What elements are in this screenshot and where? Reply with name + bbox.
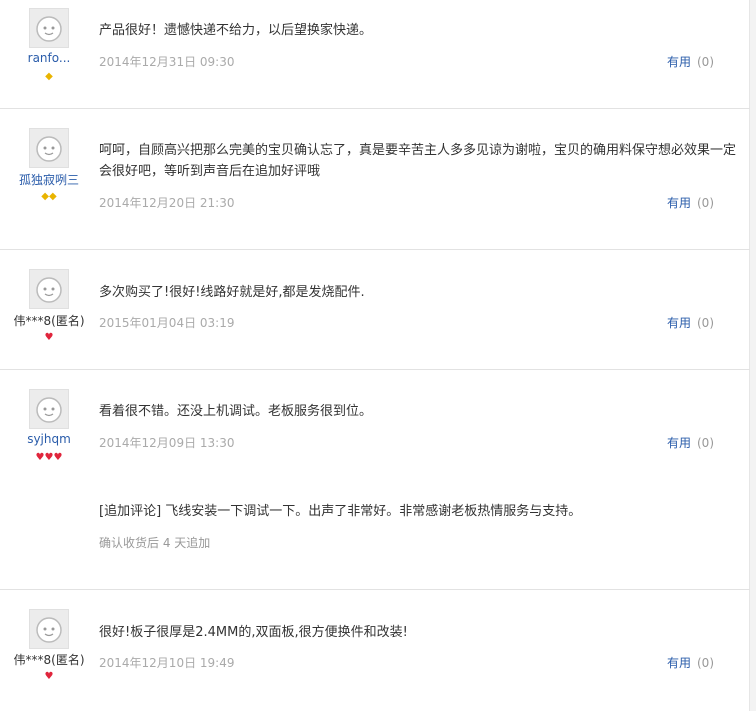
buyer-level-badge: ♥ <box>44 671 54 682</box>
avatar[interactable] <box>29 609 69 649</box>
review-item: 孤独寂咧三 ◆◆ 呵呵，自顾高兴把那么完美的宝贝确认忘了，真是要辛苦主人多多见谅… <box>0 109 750 250</box>
useful-label[interactable]: 有用 <box>667 316 691 330</box>
avatar[interactable] <box>29 389 69 429</box>
reviewer-name[interactable]: ranfo... <box>1 51 97 65</box>
useful-button[interactable]: 有用 (0) <box>667 654 714 671</box>
avatar-face-icon <box>36 136 62 162</box>
avatar-face-icon <box>36 617 62 643</box>
appended-review-note: 确认收货后 4 天追加 <box>99 536 211 550</box>
review-item: ranfo... ◆ 产品很好！遗憾快递不给力，以后望换家快递。 2014年12… <box>0 0 750 109</box>
useful-button[interactable]: 有用 (0) <box>667 434 714 451</box>
review-content: 看着很不错。还没上机调试。老板服务很到位。 <box>99 404 373 419</box>
reviewer-name: 伟***8(匿名) <box>13 314 85 328</box>
review-content: 很好!板子很厚是2.4MM的,双面板,很方便换件和改装! <box>99 625 408 640</box>
review-content: 多次购买了!很好!线路好就是好,都是发烧配件. <box>99 285 365 300</box>
reviewer-name: 伟***8(匿名) <box>13 653 85 667</box>
useful-button[interactable]: 有用 (0) <box>667 194 714 211</box>
useful-label[interactable]: 有用 <box>667 196 691 210</box>
review-item: syjhqm ♥♥♥ 看着很不错。还没上机调试。老板服务很到位。 2014年12… <box>0 370 750 590</box>
useful-count: (0) <box>697 55 714 69</box>
review-date: 2014年12月31日 09:30 <box>99 55 235 69</box>
useful-count: (0) <box>697 196 714 210</box>
useful-count: (0) <box>697 656 714 670</box>
avatar[interactable] <box>29 269 69 309</box>
useful-label[interactable]: 有用 <box>667 55 691 69</box>
useful-label[interactable]: 有用 <box>667 656 691 670</box>
review-content: 呵呵，自顾高兴把那么完美的宝贝确认忘了，真是要辛苦主人多多见谅为谢啦，宝贝的确用… <box>99 143 737 179</box>
review-date: 2014年12月10日 19:49 <box>99 656 235 670</box>
review-item: 伟***8(匿名) ♥ 很好!板子很厚是2.4MM的,双面板,很方便换件和改装!… <box>0 590 750 711</box>
useful-label[interactable]: 有用 <box>667 436 691 450</box>
buyer-level-badge: ♥♥♥ <box>35 452 63 463</box>
avatar[interactable] <box>29 128 69 168</box>
buyer-level-badge: ♥ <box>44 332 54 343</box>
useful-count: (0) <box>697 436 714 450</box>
appended-review-content: [追加评论] 飞线安装一下调试一下。出声了非常好。非常感谢老板热情服务与支持。 <box>99 504 582 519</box>
review-item: 伟***8(匿名) ♥ 多次购买了!很好!线路好就是好,都是发烧配件. 2015… <box>0 250 750 370</box>
buyer-level-badge: ◆◆ <box>41 191 57 202</box>
review-date: 2015年01月04日 03:19 <box>99 316 235 330</box>
useful-count: (0) <box>697 316 714 330</box>
reviewer-name[interactable]: syjhqm <box>1 432 97 446</box>
review-content: 产品很好！遗憾快递不给力，以后望换家快递。 <box>99 23 373 38</box>
avatar[interactable] <box>29 8 69 48</box>
avatar-face-icon <box>36 16 62 42</box>
useful-button[interactable]: 有用 (0) <box>667 53 714 70</box>
scrollbar-track[interactable] <box>749 0 756 711</box>
avatar-face-icon <box>36 397 62 423</box>
review-date: 2014年12月20日 21:30 <box>99 196 235 210</box>
useful-button[interactable]: 有用 (0) <box>667 314 714 331</box>
avatar-face-icon <box>36 277 62 303</box>
buyer-level-badge: ◆ <box>45 71 53 82</box>
reviewer-name[interactable]: 孤独寂咧三 <box>1 171 97 188</box>
review-date: 2014年12月09日 13:30 <box>99 436 235 450</box>
